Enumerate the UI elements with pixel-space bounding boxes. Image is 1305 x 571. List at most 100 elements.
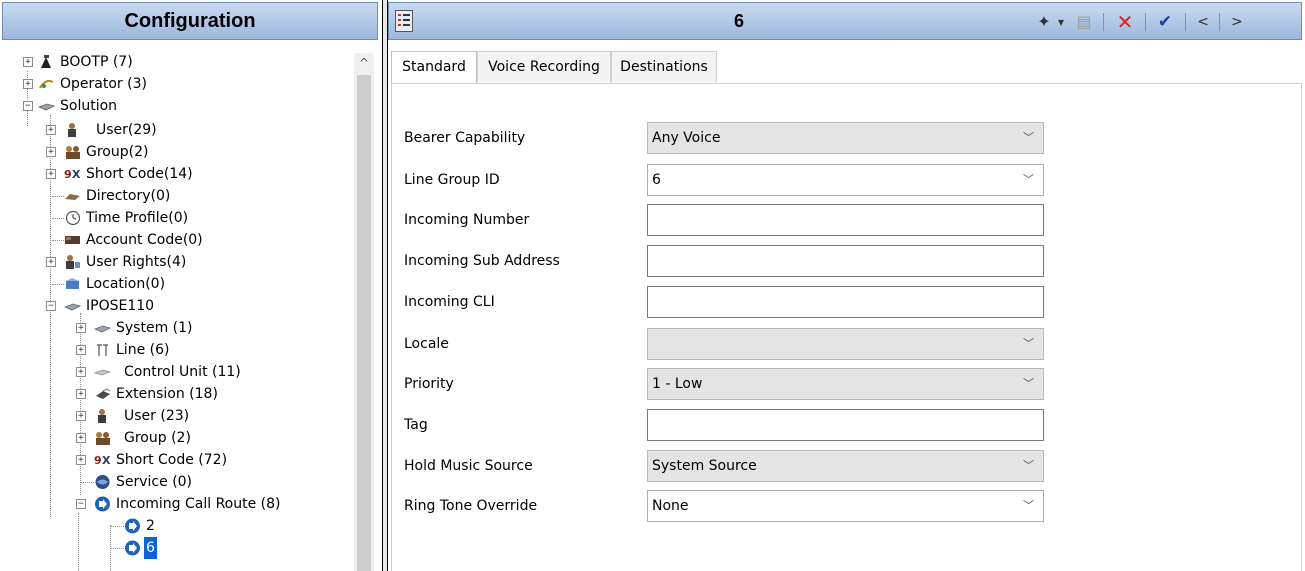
scroll-thumb[interactable] — [357, 75, 371, 571]
tree-item-label: Operator (3) — [60, 76, 147, 92]
configuration-title: Configuration — [124, 10, 256, 32]
chevron-down-icon[interactable]: ﹀ — [1023, 369, 1034, 399]
chevron-down-icon[interactable]: ﹀ — [1023, 329, 1034, 359]
tree-item-user[interactable]: + User(29) — [0, 119, 350, 141]
tree-item-account-code[interactable]: Account Code(0) — [0, 229, 350, 251]
tree-item-control-unit[interactable]: + Control Unit (11) — [0, 361, 350, 383]
expand-plus-icon[interactable]: + — [76, 455, 86, 465]
cancel-icon[interactable]: ✕ — [1113, 8, 1137, 36]
chevron-down-icon[interactable]: ﹀ — [1023, 123, 1034, 153]
collapse-minus-icon[interactable]: − — [23, 101, 33, 111]
tree-item-label: Location(0) — [86, 276, 166, 292]
expand-plus-icon[interactable]: + — [23, 79, 33, 89]
tree-item-label: Extension (18) — [116, 386, 218, 402]
scroll-up-icon[interactable]: ^ — [354, 53, 374, 73]
tree-item-label: Time Profile(0) — [86, 210, 189, 226]
tree-item-route-6[interactable]: 6 — [0, 537, 350, 559]
tree-item-label: Line (6) — [116, 342, 170, 358]
expand-plus-icon[interactable]: + — [76, 345, 86, 355]
tree-connector — [52, 218, 64, 219]
chevron-down-icon[interactable]: ﹀ — [1023, 451, 1034, 481]
chevron-down-icon[interactable]: ﹀ — [1023, 491, 1034, 521]
directory-icon — [65, 194, 80, 200]
collapse-minus-icon[interactable]: − — [46, 301, 56, 311]
record-title: 6 — [733, 11, 744, 31]
tree-item-label: User (23) — [124, 408, 190, 424]
chevron-down-icon[interactable]: ﹀ — [1023, 165, 1034, 195]
incoming-cli-input[interactable] — [647, 286, 1044, 318]
new-record-dropdown-icon[interactable]: ▾ — [1055, 8, 1067, 36]
expand-plus-icon[interactable]: + — [46, 125, 56, 135]
previous-record-icon[interactable]: < — [1193, 8, 1213, 36]
expand-plus-icon[interactable]: + — [76, 367, 86, 377]
svg-text:9: 9 — [64, 168, 72, 181]
tree-item-incoming-call-route[interactable]: − Incoming Call Route (8) — [0, 493, 350, 515]
location-icon — [66, 278, 79, 289]
tree-item-ipose110[interactable]: − IPOSE110 — [0, 295, 350, 317]
tree-item-user-rights[interactable]: + User Rights(4) — [0, 251, 350, 273]
tree-item-solution[interactable]: − Solution — [0, 95, 350, 117]
export-icon[interactable]: ▤ — [1073, 8, 1095, 36]
ok-checkmark-icon[interactable]: ✔ — [1153, 8, 1177, 36]
solution-icon — [38, 103, 55, 111]
expand-plus-icon[interactable]: + — [76, 323, 86, 333]
tree-item-label: 6 — [144, 537, 157, 559]
tree-item-short-code-72[interactable]: + 9 X Short Code (72) — [0, 449, 350, 471]
expand-plus-icon[interactable]: + — [46, 169, 56, 179]
tag-input[interactable] — [647, 409, 1044, 441]
tree-item-group-2[interactable]: + Group (2) — [0, 427, 350, 449]
navigation-pane: Configuration + BOOTP (7) + Operator (3)… — [0, 0, 383, 571]
tree-item-extension[interactable]: + Extension (18) — [0, 383, 350, 405]
tree-item-line[interactable]: + Line (6) — [0, 339, 350, 361]
incoming-call-route-icon — [125, 540, 140, 556]
tree-item-operator[interactable]: + Operator (3) — [0, 73, 350, 95]
svg-text:9: 9 — [94, 454, 102, 467]
tree-item-user-23[interactable]: + User (23) — [0, 405, 350, 427]
tree-connector — [110, 526, 124, 527]
expand-plus-icon[interactable]: + — [76, 389, 86, 399]
tree-item-label: 2 — [146, 518, 155, 534]
collapse-minus-icon[interactable]: − — [76, 499, 86, 509]
expand-plus-icon[interactable]: + — [46, 147, 56, 157]
incoming-cli-label: Incoming CLI — [404, 294, 495, 310]
locale-select[interactable]: ﹀ — [647, 328, 1044, 360]
details-header: 6 ✦ ▾ ▤ ✕ ✔ < > — [388, 2, 1302, 40]
bearer-capability-select[interactable]: Any Voice ﹀ — [647, 122, 1044, 154]
hold-music-source-select[interactable]: System Source ﹀ — [647, 450, 1044, 482]
tree-item-label: Group(2) — [86, 144, 149, 160]
tree-item-directory[interactable]: Directory(0) — [0, 185, 350, 207]
service-icon — [95, 475, 110, 489]
tree-item-location[interactable]: Location(0) — [0, 273, 350, 295]
line-group-id-combo[interactable]: 6 ﹀ — [647, 164, 1044, 196]
tree-item-label: User(29) — [96, 122, 157, 138]
expand-plus-icon[interactable]: + — [46, 257, 56, 267]
system-unit-icon — [64, 303, 81, 311]
tree-item-route-2[interactable]: 2 — [0, 515, 350, 537]
incoming-sub-address-input[interactable] — [647, 245, 1044, 277]
short-code-icon: 9 X — [64, 168, 81, 181]
tab-standard[interactable]: Standard — [391, 51, 477, 84]
tab-voice-recording[interactable]: Voice Recording — [477, 51, 611, 82]
tree-item-label: Control Unit (11) — [124, 364, 241, 380]
incoming-number-input[interactable] — [647, 204, 1044, 236]
new-record-icon[interactable]: ✦ — [1033, 8, 1055, 36]
tree-item-system[interactable]: + System (1) — [0, 317, 350, 339]
user-icon — [68, 123, 76, 137]
ring-tone-override-combo[interactable]: None ﹀ — [647, 490, 1044, 522]
tree-item-service[interactable]: Service (0) — [0, 471, 350, 493]
priority-select[interactable]: 1 - Low ﹀ — [647, 368, 1044, 400]
expand-plus-icon[interactable]: + — [76, 411, 86, 421]
tree-item-time-profile[interactable]: Time Profile(0) — [0, 207, 350, 229]
details-pane: 6 ✦ ▾ ▤ ✕ ✔ < > Standard Voice Recording… — [388, 0, 1305, 571]
clock-icon — [65, 210, 81, 226]
tab-destinations[interactable]: Destinations — [611, 51, 717, 82]
expand-plus-icon[interactable]: + — [23, 57, 33, 67]
tree-scrollbar[interactable]: ^ — [354, 53, 374, 571]
expand-plus-icon[interactable]: + — [76, 433, 86, 443]
tree-item-short-code[interactable]: + 9 X Short Code(14) — [0, 163, 350, 185]
next-record-icon[interactable]: > — [1227, 8, 1247, 36]
incoming-number-label: Incoming Number — [404, 212, 530, 228]
tree-item-bootp[interactable]: + BOOTP (7) — [0, 53, 350, 73]
tree-connector — [110, 548, 124, 549]
tree-item-group[interactable]: + Group(2) — [0, 141, 350, 163]
